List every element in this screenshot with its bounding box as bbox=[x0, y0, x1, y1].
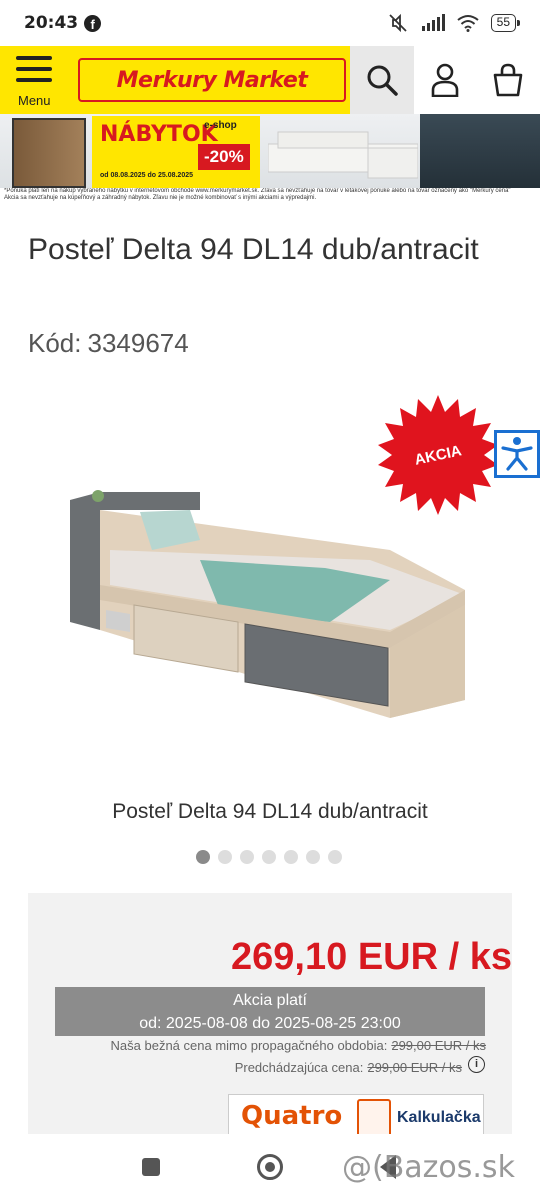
sofa-image bbox=[268, 131, 418, 179]
sale-badge: AKCIA bbox=[378, 395, 498, 515]
mute-icon bbox=[389, 13, 407, 33]
cart-button[interactable] bbox=[478, 46, 538, 114]
sale-badge-label: AKCIA bbox=[413, 441, 463, 469]
gallery-dot[interactable] bbox=[240, 850, 254, 864]
facebook-icon: f bbox=[84, 14, 102, 32]
menu-label: Menu bbox=[18, 93, 51, 108]
eshop-label: e-shop bbox=[204, 120, 237, 131]
accessibility-button[interactable] bbox=[494, 430, 540, 478]
status-bar: 20:43 f 55 bbox=[0, 0, 540, 46]
promo-dates: od 08.08.2025 do 25.08.2025 bbox=[100, 172, 194, 179]
product-title: Posteľ Delta 94 DL14 dub/antracit bbox=[28, 233, 479, 266]
recent-apps-icon[interactable] bbox=[142, 1158, 160, 1176]
battery-icon: 55 bbox=[490, 14, 521, 32]
gallery-dot[interactable] bbox=[196, 850, 210, 864]
signal-icon bbox=[421, 14, 445, 31]
menu-button[interactable]: Menu bbox=[14, 56, 62, 110]
regular-price-label: Naša bežná cena mimo propagačného obdobi… bbox=[110, 1038, 388, 1053]
promo-validity-dates: od: 2025-08-08 do 2025-08-25 23:00 bbox=[139, 1015, 401, 1032]
account-button[interactable] bbox=[416, 46, 474, 114]
quatro-calculator-button[interactable]: Quatro Kalkulačka bbox=[228, 1094, 484, 1138]
info-icon[interactable]: i bbox=[468, 1056, 485, 1073]
calculator-icon bbox=[357, 1099, 391, 1137]
user-icon bbox=[431, 63, 459, 97]
hamburger-icon bbox=[16, 56, 52, 60]
image-caption: Posteľ Delta 94 DL14 dub/antracit bbox=[112, 800, 428, 823]
site-header: Menu Merkury Market bbox=[0, 46, 540, 114]
gallery-dot[interactable] bbox=[262, 850, 276, 864]
wifi-icon bbox=[457, 15, 479, 32]
search-icon bbox=[367, 65, 398, 96]
merkury-market-logo[interactable]: Merkury Market bbox=[78, 58, 346, 102]
wardrobe-image bbox=[12, 118, 86, 188]
product-code-label: Kód: bbox=[28, 328, 82, 358]
gallery-pagination[interactable] bbox=[196, 850, 342, 864]
gallery-dot[interactable] bbox=[306, 850, 320, 864]
gallery-dot[interactable] bbox=[284, 850, 298, 864]
calculator-label: Kalkulačka bbox=[397, 1109, 481, 1126]
living-room-image bbox=[420, 114, 540, 188]
previous-price-label: Predchádzajúca cena: bbox=[234, 1060, 364, 1075]
promo-validity-title: Akcia platí bbox=[233, 992, 307, 1009]
accessibility-icon bbox=[501, 437, 533, 471]
product-code: Kód: 3349674 bbox=[28, 328, 189, 359]
quatro-logo: Quatro bbox=[241, 1101, 343, 1131]
gallery-dot[interactable] bbox=[328, 850, 342, 864]
previous-price-value: 299,00 EUR / ks bbox=[367, 1060, 462, 1075]
banner-fine-print: *Ponuka platí len na nákup vybraného náb… bbox=[4, 188, 511, 201]
search-button[interactable] bbox=[350, 46, 414, 114]
promo-validity-bar: Akcia platí od: 2025-08-08 do 2025-08-25… bbox=[55, 987, 485, 1036]
logo-text: Merkury Market bbox=[116, 67, 308, 93]
home-icon[interactable] bbox=[257, 1154, 283, 1180]
regular-price-value: 299,00 EUR / ks bbox=[391, 1038, 486, 1053]
status-time: 20:43 bbox=[24, 13, 79, 33]
promo-card: NÁBYTOK e-shop -20% od 08.08.2025 do 25.… bbox=[92, 116, 260, 188]
regular-price: Naša bežná cena mimo propagačného obdobi… bbox=[111, 1038, 486, 1053]
shopping-bag-icon bbox=[493, 63, 523, 97]
bazos-watermark: @(Bazos.sk bbox=[342, 1150, 515, 1185]
promo-banner[interactable]: NÁBYTOK e-shop -20% od 08.08.2025 do 25.… bbox=[0, 114, 540, 204]
discount-badge: -20% bbox=[198, 144, 250, 170]
banner-image: NÁBYTOK e-shop -20% od 08.08.2025 do 25.… bbox=[0, 114, 540, 188]
gallery-dot[interactable] bbox=[218, 850, 232, 864]
product-price: 269,10 EUR / ks bbox=[231, 936, 512, 978]
status-icons: 55 bbox=[387, 13, 521, 33]
previous-price: Predchádzajúca cena: 299,00 EUR / ks bbox=[235, 1060, 462, 1075]
product-code-value: 3349674 bbox=[87, 328, 189, 358]
